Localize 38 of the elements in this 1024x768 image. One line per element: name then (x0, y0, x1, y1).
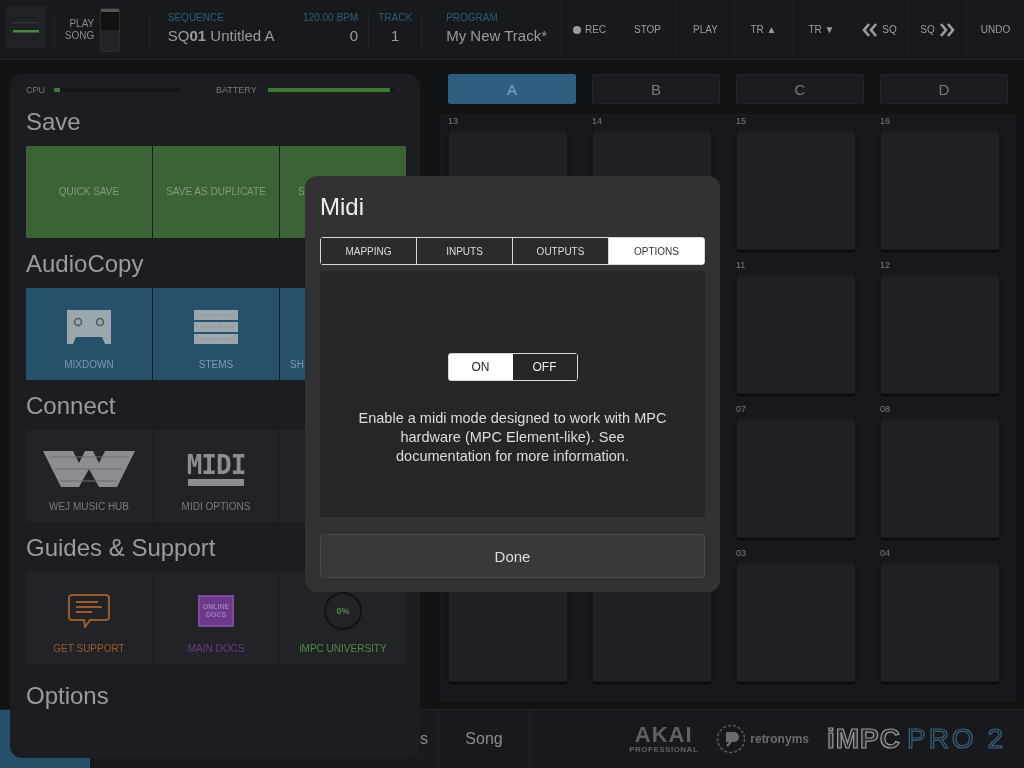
tempo-label: 120.00 BPM (302, 12, 359, 23)
section-heading: Save (26, 108, 81, 136)
pad-number: 11 (736, 260, 747, 272)
program-label: PROGRAM (446, 12, 499, 23)
battery-label: BATTERY (216, 85, 258, 95)
dialog-title: Midi (320, 193, 365, 221)
play-song-label: PLAY SONG (64, 17, 95, 42)
pad-number: 15 (736, 116, 747, 128)
tile-label: MIXDOWN (64, 359, 114, 370)
pad-number: 07 (736, 404, 747, 416)
tile-label: SH (290, 359, 304, 370)
tile-label: QUICK SAVE (58, 186, 120, 197)
option-description: Enable a midi mode designed to work with MPC hardware (MPC Element-like). See documentation for more information. (357, 409, 668, 466)
tile-label: STEMS (198, 359, 234, 370)
tile-label: MAIN DOCS (187, 643, 245, 654)
sequence-label: SEQUENCE (167, 12, 225, 23)
pad-number: 03 (736, 548, 747, 560)
section-heading: AudioCopy (26, 250, 144, 278)
impc-pro-logo: iMPC PRO 2 (826, 723, 1006, 755)
pad-number: 14 (592, 116, 603, 128)
tile-label: GET SUPPORT (53, 643, 125, 654)
section-heading: Options (26, 682, 109, 710)
section-heading: Guides & Support (26, 534, 216, 562)
tile-label: WEJ MUSIC HUB (49, 501, 129, 512)
pad-number: 04 (880, 548, 891, 560)
retronyms-logo: retronyms (750, 732, 809, 746)
tile-label: iMPC UNIVERSITY (299, 643, 387, 654)
track-label: TRACK (377, 12, 414, 23)
pad-number: 12 (880, 260, 891, 272)
section-heading: Connect (26, 392, 116, 420)
pad-number: 16 (880, 116, 891, 128)
tile-label: S (298, 186, 305, 197)
pad-number: 13 (448, 116, 459, 128)
cpu-label: CPU (26, 85, 46, 95)
akai-logo: AKAI PROFESSIONAL (629, 724, 699, 754)
tile-label: MIDI OPTIONS (181, 501, 251, 512)
pad-number: 08 (880, 404, 891, 416)
tile-label: SAVE AS DUPLICATE (166, 186, 266, 197)
